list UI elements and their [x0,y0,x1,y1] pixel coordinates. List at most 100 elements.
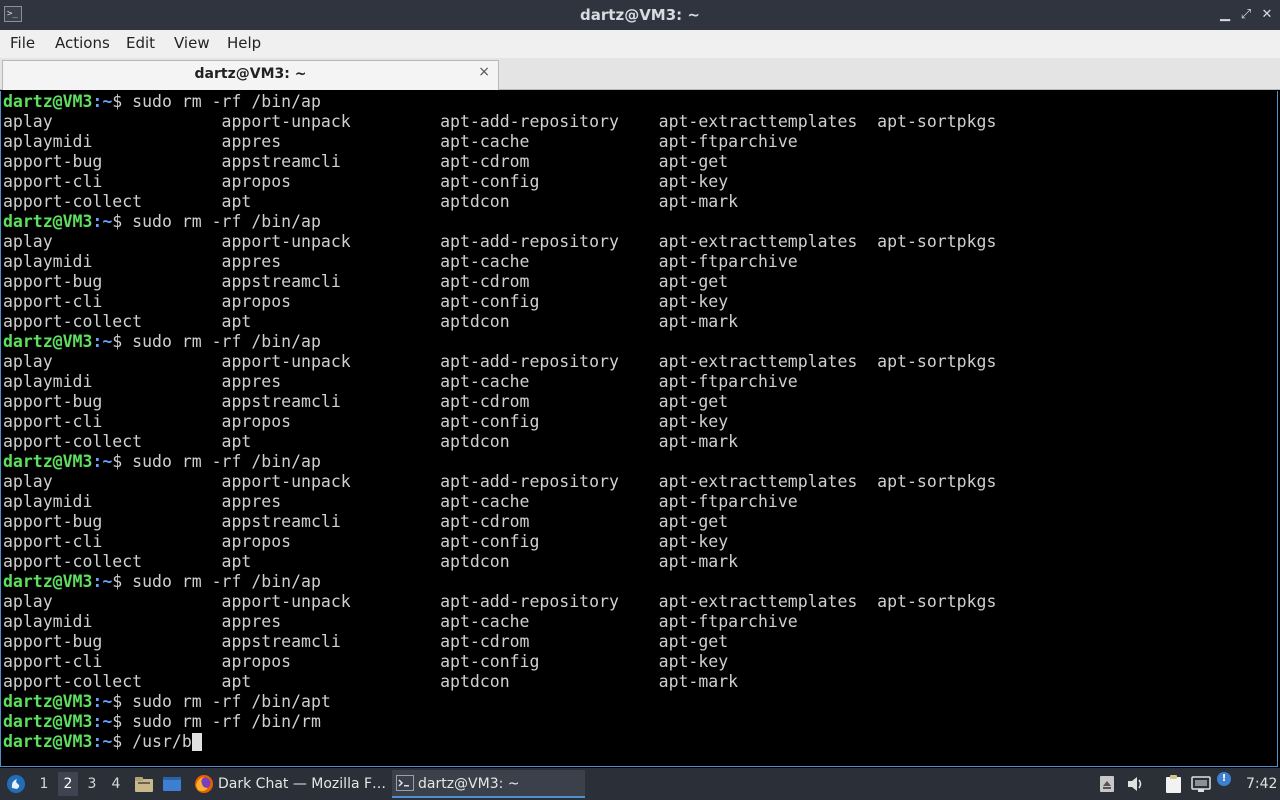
prompt-line: dartz@VM3:~$ sudo rm -rf /bin/ap [3,572,321,592]
command-text: sudo rm -rf /bin/rm [132,712,321,731]
prompt-dollar: $ [112,712,133,731]
prompt-path: :~ [92,332,113,351]
show-desktop-icon[interactable] [162,775,182,793]
menu-view[interactable]: View [174,30,210,56]
prompt-path: :~ [92,732,113,751]
tab-strip: dartz@VM3: ~ × [0,58,1280,90]
prompt-dollar: $ [112,452,133,471]
output-line: apport-cli apropos apt-config apt-key [3,412,729,431]
terminal-output[interactable]: dartz@VM3:~$ sudo rm -rf /bin/ap aplay ap… [0,91,1278,767]
command-text: sudo rm -rf /bin/apt [132,692,331,711]
notification-badge-icon[interactable]: ! [1217,772,1231,786]
workspace-4[interactable]: 4 [106,772,126,796]
close-icon[interactable]: ✕ [1258,6,1276,24]
output-line: apport-bug appstreamcli apt-cdrom apt-ge… [3,632,729,651]
output-line: aplay apport-unpack apt-add-repository a… [3,352,997,371]
taskbar: 1 2 3 4 Dark Chat — Mozilla F… dartz@VM3… [0,768,1280,800]
output-line: apport-bug appstreamcli apt-cdrom apt-ge… [3,392,729,411]
workspace-3[interactable]: 3 [82,772,102,796]
task-terminal[interactable]: dartz@VM3: ~ [392,770,585,798]
prompt-user: dartz@VM3 [3,212,93,231]
maximize-icon[interactable]: ⤢ [1237,6,1255,24]
command-text: /usr/b [132,732,192,751]
prompt-path: :~ [92,692,113,711]
output-line: aplay apport-unpack apt-add-repository a… [3,472,997,491]
output-line: aplaymidi appres apt-cache apt-ftparchiv… [3,252,798,271]
window-title: dartz@VM3: ~ [580,6,700,24]
menu-file[interactable]: File [10,30,35,56]
minimize-icon[interactable]: ▁ [1216,6,1234,24]
output-line: apport-cli apropos apt-config apt-key [3,292,729,311]
command-text: sudo rm -rf /bin/ap [132,92,321,111]
output-line: apport-cli apropos apt-config apt-key [3,172,729,191]
command-text: sudo rm -rf /bin/ap [132,452,321,471]
tab-terminal[interactable]: dartz@VM3: ~ × [2,60,499,90]
prompt-path: :~ [92,92,113,111]
command-text: sudo rm -rf /bin/ap [132,572,321,591]
removable-media-icon[interactable] [1099,775,1115,793]
prompt-user: dartz@VM3 [3,92,93,111]
prompt-dollar: $ [112,572,133,591]
output-line: apport-cli apropos apt-config apt-key [3,652,729,671]
window-titlebar: >_ dartz@VM3: ~ ▁ ⤢ ✕ [0,0,1280,30]
tab-close-icon[interactable]: × [478,64,490,80]
prompt-line: dartz@VM3:~$ sudo rm -rf /bin/ap [3,92,321,112]
prompt-user: dartz@VM3 [3,572,93,591]
prompt-dollar: $ [112,692,133,711]
output-line: aplaymidi appres apt-cache apt-ftparchiv… [3,492,798,511]
menu-help[interactable]: Help [227,30,261,56]
prompt-user: dartz@VM3 [3,332,93,351]
output-line: aplaymidi appres apt-cache apt-ftparchiv… [3,612,798,631]
output-line: apport-cli apropos apt-config apt-key [3,532,729,551]
workspace-1[interactable]: 1 [34,772,54,796]
output-line: aplaymidi appres apt-cache apt-ftparchiv… [3,372,798,391]
prompt-line: dartz@VM3:~$ sudo rm -rf /bin/rm [3,712,321,732]
firefox-icon [195,775,213,793]
prompt-path: :~ [92,572,113,591]
tab-label: dartz@VM3: ~ [194,66,307,82]
output-line: aplay apport-unpack apt-add-repository a… [3,592,997,611]
file-manager-icon[interactable] [134,775,154,793]
clock[interactable]: 7:42 [1246,768,1277,800]
prompt-user: dartz@VM3 [3,452,93,471]
prompt-path: :~ [92,212,113,231]
output-line: apport-bug appstreamcli apt-cdrom apt-ge… [3,152,729,171]
start-menu-icon[interactable] [6,774,26,794]
prompt-line: dartz@VM3:~$ /usr/b [3,732,202,752]
prompt-dollar: $ [112,92,133,111]
prompt-line: dartz@VM3:~$ sudo rm -rf /bin/ap [3,332,321,352]
workspace-2[interactable]: 2 [58,772,78,796]
network-icon[interactable] [1191,775,1211,793]
clipboard-icon[interactable] [1164,774,1184,794]
output-line: apport-collect apt aptdcon apt-mark [3,192,739,211]
output-line: apport-collect apt aptdcon apt-mark [3,672,739,691]
prompt-user: dartz@VM3 [3,732,93,751]
task-firefox-label: Dark Chat — Mozilla F… [218,776,387,792]
text-cursor [191,733,202,751]
output-line: aplay apport-unpack apt-add-repository a… [3,112,997,131]
prompt-user: dartz@VM3 [3,712,93,731]
menu-actions[interactable]: Actions [55,30,110,56]
terminal-icon [396,775,414,791]
output-line: apport-bug appstreamcli apt-cdrom apt-ge… [3,512,729,531]
menu-edit[interactable]: Edit [126,30,155,56]
menu-bar: File Actions Edit View Help [0,30,1280,58]
command-text: sudo rm -rf /bin/ap [132,212,321,231]
task-terminal-label: dartz@VM3: ~ [418,776,520,792]
prompt-line: dartz@VM3:~$ sudo rm -rf /bin/ap [3,452,321,472]
prompt-dollar: $ [112,212,133,231]
output-line: aplaymidi appres apt-cache apt-ftparchiv… [3,132,798,151]
output-line: aplay apport-unpack apt-add-repository a… [3,232,997,251]
prompt-path: :~ [92,712,113,731]
command-text: sudo rm -rf /bin/ap [132,332,321,351]
task-firefox[interactable]: Dark Chat — Mozilla F… [190,770,388,798]
output-line: apport-collect apt aptdcon apt-mark [3,312,739,331]
prompt-dollar: $ [112,732,133,751]
output-line: apport-collect apt aptdcon apt-mark [3,552,739,571]
prompt-path: :~ [92,452,113,471]
output-line: apport-bug appstreamcli apt-cdrom apt-ge… [3,272,729,291]
prompt-line: dartz@VM3:~$ sudo rm -rf /bin/ap [3,212,321,232]
volume-icon[interactable] [1127,776,1145,792]
prompt-line: dartz@VM3:~$ sudo rm -rf /bin/apt [3,692,331,712]
prompt-dollar: $ [112,332,133,351]
